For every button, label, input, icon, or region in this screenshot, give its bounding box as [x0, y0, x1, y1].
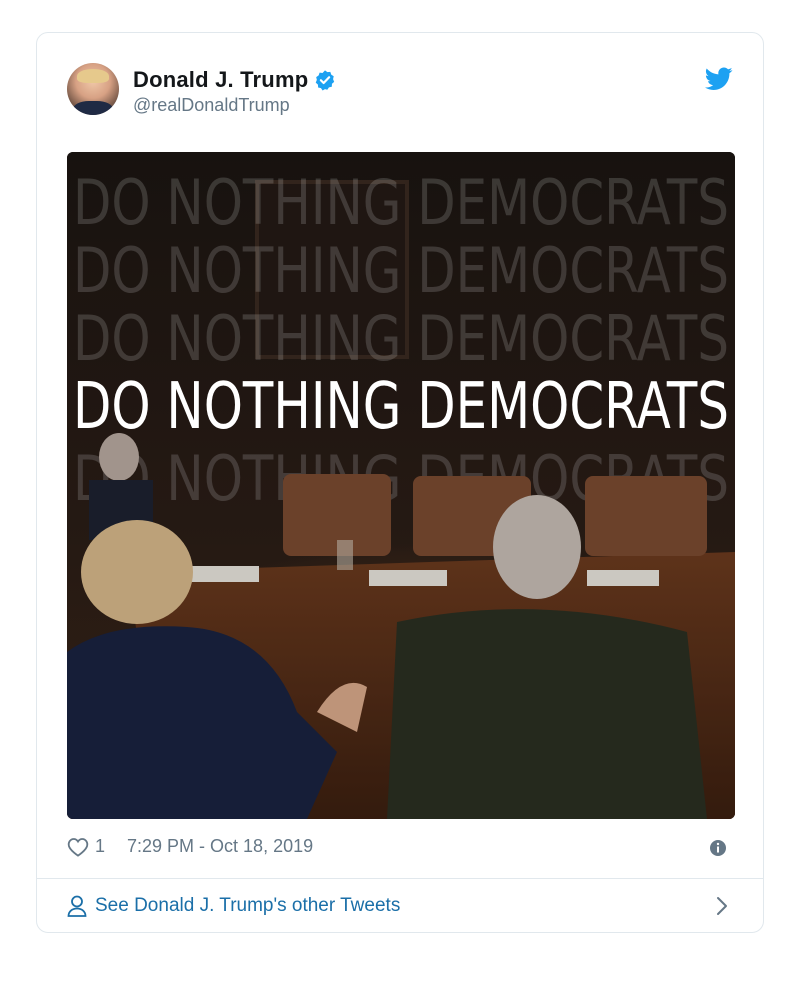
author-handle[interactable]: @realDonaldTrump: [133, 95, 290, 116]
heart-icon[interactable]: [67, 837, 89, 857]
tweet-timestamp[interactable]: 7:29 PM - Oct 18, 2019: [127, 836, 313, 857]
author-row: Donald J. Trump: [133, 67, 336, 93]
see-other-tweets-link[interactable]: See Donald J. Trump's other Tweets: [67, 879, 733, 933]
person-icon: [67, 895, 87, 917]
see-other-tweets-label: See Donald J. Trump's other Tweets: [95, 895, 401, 916]
author-name[interactable]: Donald J. Trump: [133, 67, 308, 93]
verified-badge-icon: [316, 70, 335, 91]
tweet-image[interactable]: DO NOTHING DEMOCRATS DO NOTHING DEMOCRAT…: [67, 152, 735, 819]
chevron-right-icon[interactable]: [715, 895, 729, 917]
info-icon[interactable]: [709, 839, 727, 857]
twitter-bird-icon[interactable]: [705, 67, 733, 91]
tweet-meta: 1 7:29 PM - Oct 18, 2019: [67, 836, 313, 857]
avatar[interactable]: [67, 63, 119, 115]
like-count[interactable]: 1: [95, 836, 105, 857]
image-headline: DO NOTHING DEMOCRATS: [73, 370, 729, 444]
tweet-card: Donald J. Trump @realDonaldTrump DO NOTH…: [36, 32, 764, 933]
